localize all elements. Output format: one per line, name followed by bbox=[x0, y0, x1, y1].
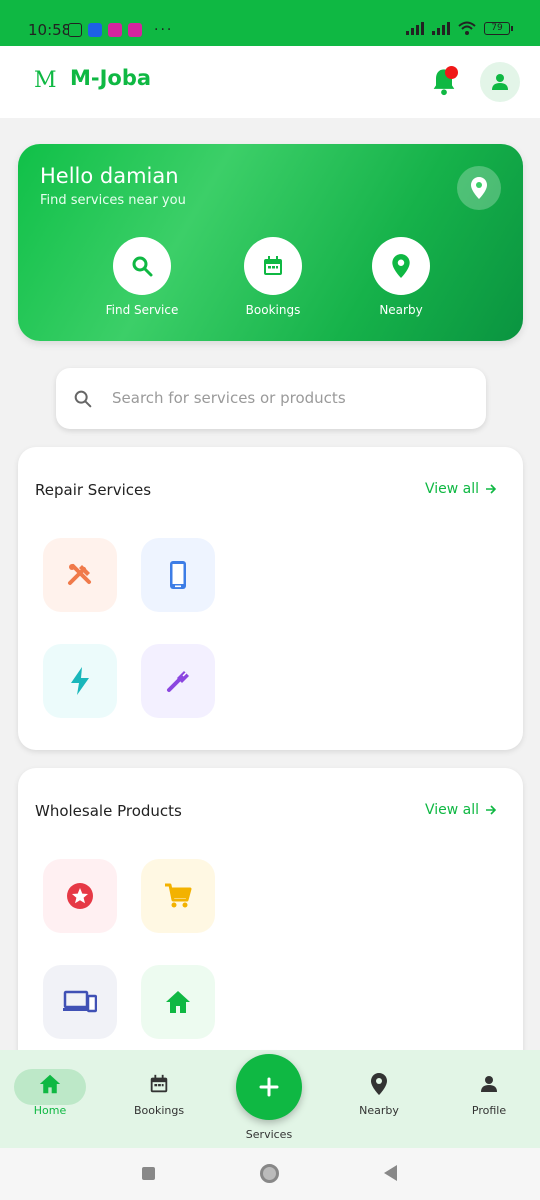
alarm-icon bbox=[68, 23, 82, 37]
notification-badge bbox=[445, 66, 458, 79]
nav-profile-label: Profile bbox=[471, 1104, 507, 1117]
profile-button[interactable] bbox=[480, 62, 520, 102]
nav-home-label: Home bbox=[33, 1104, 67, 1117]
home-system-button[interactable] bbox=[260, 1164, 279, 1183]
add-service-button[interactable] bbox=[236, 1054, 302, 1120]
lightning-icon bbox=[71, 667, 89, 695]
repair-view-all-link[interactable]: View all bbox=[425, 481, 497, 497]
recent-apps-button[interactable] bbox=[142, 1167, 155, 1180]
nav-services-label: Services bbox=[245, 1128, 293, 1141]
wholesale-tile-shopping[interactable] bbox=[141, 859, 215, 933]
search-input[interactable] bbox=[112, 384, 472, 412]
repair-tile-tools[interactable] bbox=[43, 538, 117, 612]
more-notifications-icon: ··· bbox=[154, 22, 174, 38]
calendar-icon bbox=[150, 1074, 168, 1093]
app-title: M-Joba bbox=[70, 66, 152, 90]
repair-services-card: Repair Services View all bbox=[18, 447, 523, 750]
nav-nearby-label: Nearby bbox=[359, 1104, 399, 1117]
phone-icon bbox=[170, 561, 186, 589]
search-bar[interactable] bbox=[56, 368, 486, 429]
location-pin-icon bbox=[371, 1073, 387, 1095]
nav-home[interactable]: Home bbox=[5, 1070, 95, 1117]
home-icon bbox=[166, 991, 190, 1013]
nav-profile[interactable]: Profile bbox=[444, 1070, 534, 1117]
home-icon bbox=[39, 1074, 61, 1094]
app-header: M M-Joba bbox=[0, 46, 540, 118]
find-service-action[interactable]: Find Service bbox=[92, 237, 192, 317]
cart-icon bbox=[165, 883, 192, 908]
wholesale-products-title: Wholesale Products bbox=[35, 802, 182, 820]
hero-card: Hello damian Find services near you Find… bbox=[18, 144, 523, 341]
arrow-right-icon bbox=[486, 805, 497, 815]
view-all-label: View all bbox=[425, 802, 480, 818]
devices-icon bbox=[63, 990, 97, 1013]
back-button[interactable] bbox=[384, 1165, 397, 1181]
search-icon bbox=[74, 390, 92, 408]
plus-icon bbox=[259, 1077, 279, 1097]
view-all-label: View all bbox=[425, 481, 480, 497]
repair-services-title: Repair Services bbox=[35, 481, 152, 499]
wholesale-tile-electronics[interactable] bbox=[43, 965, 117, 1039]
wholesale-products-card: Wholesale Products View all bbox=[18, 768, 523, 1068]
plumbing-icon bbox=[167, 671, 189, 692]
nav-bookings-label: Bookings bbox=[133, 1104, 185, 1117]
person-icon bbox=[481, 1076, 497, 1092]
bookings-label: Bookings bbox=[245, 303, 301, 317]
repair-tile-plumbing[interactable] bbox=[141, 644, 215, 718]
find-service-label: Find Service bbox=[105, 303, 179, 317]
calendar-icon bbox=[264, 256, 282, 275]
logo-icon: M bbox=[34, 68, 57, 93]
location-pin-icon bbox=[471, 177, 487, 199]
repair-tile-phone[interactable] bbox=[141, 538, 215, 612]
nearby-label: Nearby bbox=[379, 303, 423, 317]
signal-icon bbox=[432, 21, 450, 35]
status-bar: 10:58 ··· 79 bbox=[0, 0, 540, 46]
nearby-action[interactable]: Nearby bbox=[351, 237, 451, 317]
location-button[interactable] bbox=[457, 166, 501, 210]
greeting-title: Hello damian bbox=[40, 164, 179, 188]
wholesale-view-all-link[interactable]: View all bbox=[425, 802, 497, 818]
nav-nearby[interactable]: Nearby bbox=[334, 1070, 424, 1117]
search-icon bbox=[132, 256, 153, 277]
status-time: 10:58 bbox=[28, 21, 72, 39]
system-navigation-bar bbox=[0, 1148, 540, 1200]
signal-icon bbox=[406, 21, 424, 35]
status-notification-icons: ··· bbox=[68, 22, 173, 38]
person-icon bbox=[492, 74, 508, 90]
location-pin-icon bbox=[392, 254, 410, 278]
battery-icon: 79 bbox=[484, 21, 513, 35]
messenger-icon bbox=[88, 23, 102, 37]
tools-icon bbox=[68, 564, 91, 585]
arrow-right-icon bbox=[486, 484, 497, 494]
greeting-subtitle: Find services near you bbox=[40, 193, 186, 208]
wifi-icon bbox=[458, 21, 476, 35]
star-badge-icon bbox=[67, 883, 93, 909]
repair-tile-electrical[interactable] bbox=[43, 644, 117, 718]
wholesale-tile-home[interactable] bbox=[141, 965, 215, 1039]
instagram-icon bbox=[108, 23, 122, 37]
bookings-action[interactable]: Bookings bbox=[223, 237, 323, 317]
nav-bookings[interactable]: Bookings bbox=[114, 1070, 204, 1117]
instagram-icon bbox=[128, 23, 142, 37]
wholesale-tile-featured[interactable] bbox=[43, 859, 117, 933]
